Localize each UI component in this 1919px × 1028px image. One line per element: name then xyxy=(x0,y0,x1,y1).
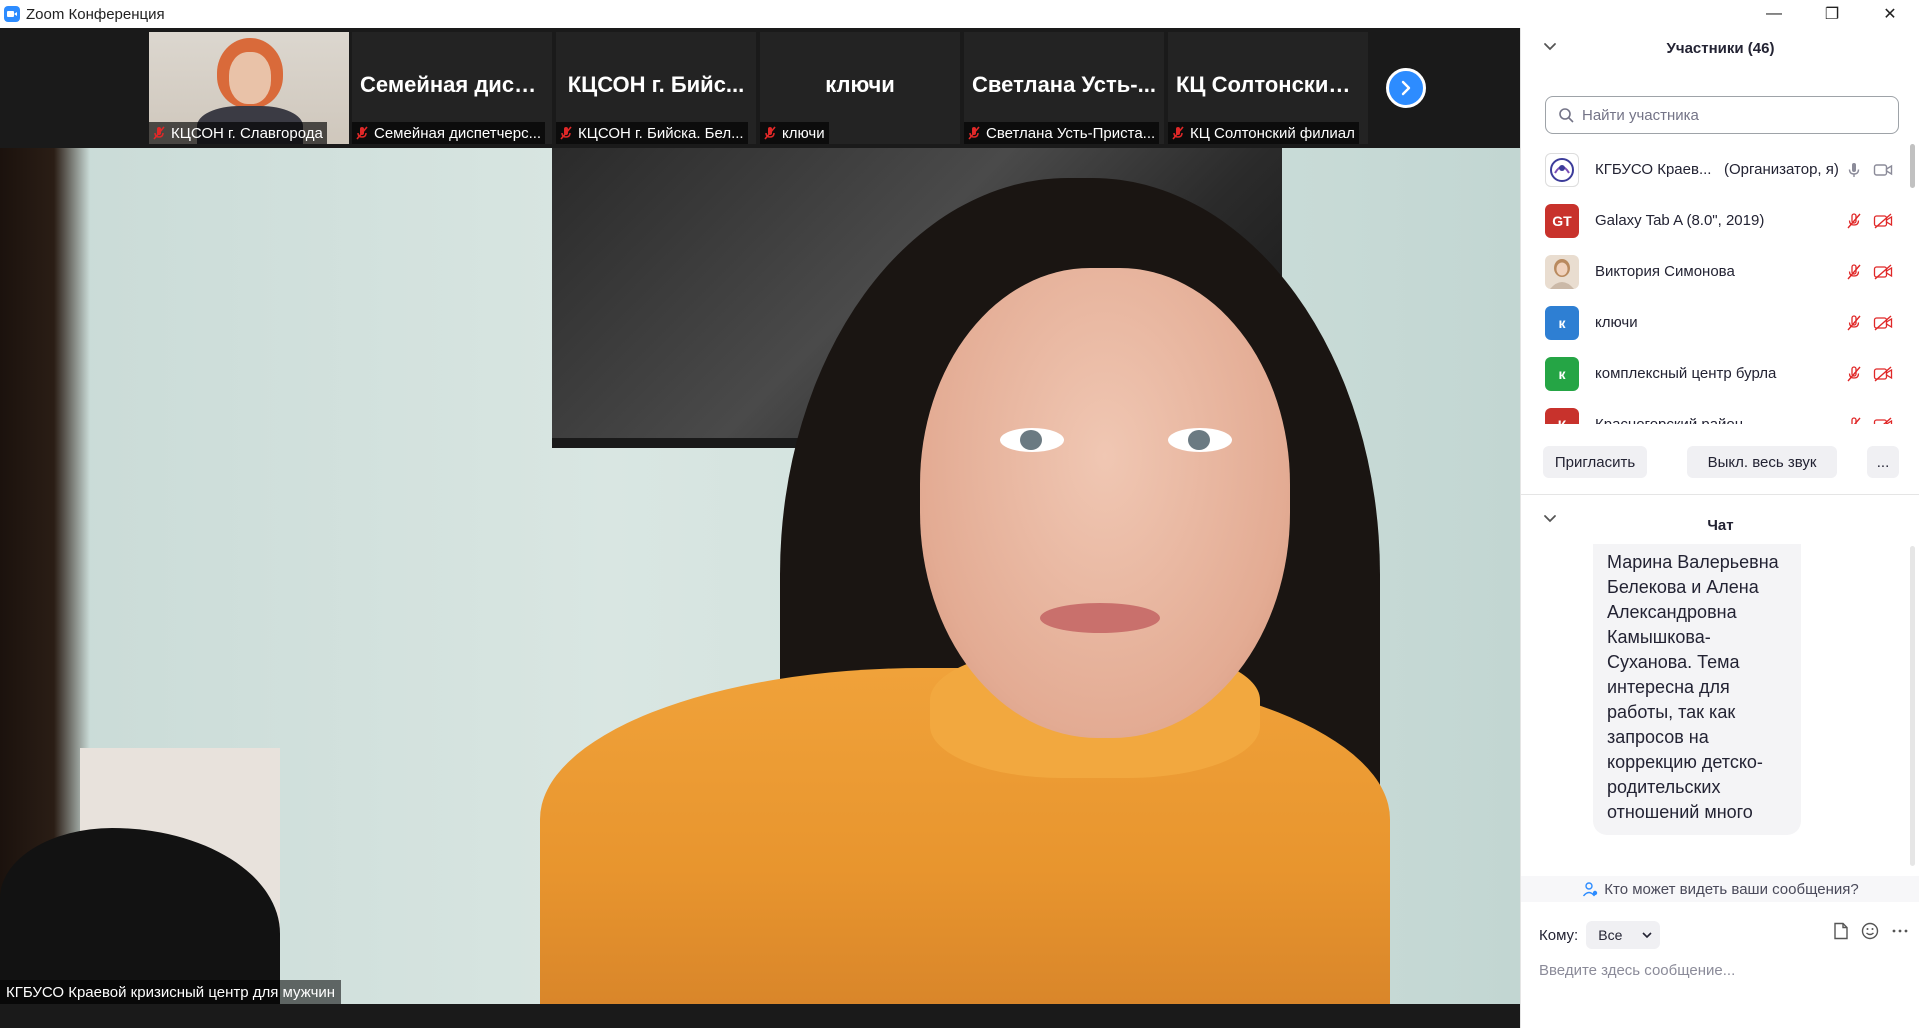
recipient-label: Кому: xyxy=(1539,926,1579,944)
participant-row[interactable]: к ключи xyxy=(1521,297,1905,348)
avatar: К xyxy=(1545,407,1579,424)
participant-row[interactable]: КГБУСО Краев... (Организатор, я) xyxy=(1521,144,1905,195)
participant-name: ключи xyxy=(1595,314,1638,331)
zoom-app-icon xyxy=(4,6,20,22)
user-photo-icon xyxy=(1550,258,1574,289)
who-can-see-link[interactable]: Кто может видеть ваши сообщения? xyxy=(1521,876,1919,902)
thumbnail-tile[interactable]: КЦСОН г. Славгорода xyxy=(149,32,349,144)
thumbnail-strip: КЦСОН г. Славгорода Семейная дисп... Сем… xyxy=(0,28,1520,148)
thumbnail-name: ключи xyxy=(825,72,895,97)
mic-icon[interactable] xyxy=(1845,161,1863,179)
avatar: GT xyxy=(1545,203,1579,238)
chat-messages: Марина Валерьевна Белекова и Алена Алекс… xyxy=(1521,544,1919,870)
organization-logo-icon xyxy=(1550,157,1574,182)
mute-all-button[interactable]: Выкл. весь звук xyxy=(1687,446,1837,478)
side-panel: Участники (46) Найти участника КГБУСО Кр… xyxy=(1520,28,1919,1028)
avatar: к xyxy=(1545,305,1579,340)
chat-message: Марина Валерьевна Белекова и Алена Алекс… xyxy=(1593,544,1801,835)
chat-scrollbar[interactable] xyxy=(1910,546,1915,866)
thumbnail-tile[interactable]: Семейная дисп... Семейная диспетчерс... xyxy=(352,32,552,144)
participant-name: комплексный центр бурла xyxy=(1595,365,1777,382)
participant-row[interactable]: GT Galaxy Tab A (8.0", 2019) xyxy=(1521,195,1905,246)
thumbnail-tile[interactable]: ключи ключи xyxy=(760,32,960,144)
restore-button[interactable]: ❐ xyxy=(1803,0,1861,28)
mic-muted-icon[interactable] xyxy=(1845,416,1863,425)
video-off-icon[interactable] xyxy=(1873,212,1893,230)
mic-muted-icon[interactable] xyxy=(1845,263,1863,281)
title-bar: Zoom Конференция — ❐ ✕ xyxy=(0,0,1919,28)
video-area: КЦСОН г. Славгорода Семейная дисп... Сем… xyxy=(0,28,1520,1028)
thumbnail-label: Семейная диспетчерс... xyxy=(352,122,546,144)
chat-header: Чат xyxy=(1707,516,1734,534)
avatar: к xyxy=(1545,356,1579,391)
participant-actions: Пригласить Выкл. весь звук ... xyxy=(1521,446,1919,478)
search-input[interactable]: Найти участника xyxy=(1582,107,1699,124)
invite-button[interactable]: Пригласить xyxy=(1543,446,1647,478)
mic-muted-icon xyxy=(560,126,572,140)
video-camera-icon[interactable] xyxy=(1873,161,1893,179)
chevron-down-icon xyxy=(1642,932,1652,939)
participant-name: Красногорский район xyxy=(1595,416,1743,424)
thumbnail-label: КЦСОН г. Славгорода xyxy=(149,122,327,144)
participant-role: (Организатор, я) xyxy=(1723,161,1839,178)
chevron-right-icon xyxy=(1401,80,1411,96)
emoji-icon[interactable] xyxy=(1861,922,1879,940)
thumbnail-name: КЦ Солтонский... xyxy=(1176,72,1360,97)
recipient-select[interactable]: Все xyxy=(1586,921,1661,949)
thumbnail-label: ключи xyxy=(760,122,829,144)
mic-muted-icon xyxy=(356,126,368,140)
thumbnail-label: КЦСОН г. Бийска. Бел... xyxy=(556,122,748,144)
window-controls: — ❐ ✕ xyxy=(1745,0,1919,28)
active-speaker-video: КГБУСО Краевой кризисный центр для мужчи… xyxy=(0,148,1520,1004)
minimize-button[interactable]: — xyxy=(1745,0,1803,28)
avatar xyxy=(1545,152,1579,187)
chat-message-input[interactable] xyxy=(1539,958,1909,982)
mic-muted-icon[interactable] xyxy=(1845,365,1863,383)
video-off-icon[interactable] xyxy=(1873,314,1893,332)
participant-name: Galaxy Tab A (8.0", 2019) xyxy=(1595,212,1765,229)
participant-list: КГБУСО Краев... (Организатор, я) GT Gala… xyxy=(1521,144,1905,424)
thumbnail-tile[interactable]: Светлана Усть-... Светлана Усть-Приста..… xyxy=(964,32,1164,144)
video-off-icon[interactable] xyxy=(1873,416,1893,425)
thumbnail-name: Светлана Усть-... xyxy=(972,72,1156,97)
mic-muted-icon xyxy=(968,126,980,140)
thumbnail-tile[interactable]: КЦСОН г. Бийс... КЦСОН г. Бийска. Бел... xyxy=(556,32,756,144)
speaker-name-label: КГБУСО Краевой кризисный центр для мужчи… xyxy=(0,980,342,1004)
participant-search[interactable]: Найти участника xyxy=(1545,96,1899,134)
mic-muted-icon xyxy=(153,126,165,140)
participant-name: КГБУСО Краев... xyxy=(1595,161,1712,178)
mic-muted-icon[interactable] xyxy=(1845,212,1863,230)
avatar xyxy=(1545,254,1579,289)
more-icon[interactable] xyxy=(1891,922,1909,940)
next-page-button[interactable] xyxy=(1386,68,1426,108)
participants-scrollbar[interactable] xyxy=(1910,144,1915,188)
participant-row[interactable]: Виктория Симонова xyxy=(1521,246,1905,297)
window-title: Zoom Конференция xyxy=(26,5,165,23)
file-icon[interactable] xyxy=(1833,922,1849,940)
mic-muted-icon[interactable] xyxy=(1845,314,1863,332)
user-icon xyxy=(1583,882,1598,897)
bottom-bar xyxy=(0,1004,1520,1028)
close-button[interactable]: ✕ xyxy=(1861,0,1919,28)
thumbnail-label: КЦ Солтонский филиал xyxy=(1168,122,1359,144)
participant-row[interactable]: К Красногорский район xyxy=(1521,399,1905,424)
participants-header: Участники (46) xyxy=(1666,39,1775,57)
participant-name: Виктория Симонова xyxy=(1595,263,1735,280)
mic-muted-icon xyxy=(1172,126,1184,140)
thumbnail-name: КЦСОН г. Бийс... xyxy=(567,72,745,97)
recipient-row: Кому: Все xyxy=(1539,920,1909,950)
mic-muted-icon xyxy=(764,126,776,140)
participant-row[interactable]: к комплексный центр бурла xyxy=(1521,348,1905,399)
more-options-button[interactable]: ... xyxy=(1867,446,1899,478)
video-off-icon[interactable] xyxy=(1873,365,1893,383)
thumbnail-name: Семейная дисп... xyxy=(360,72,544,97)
search-icon xyxy=(1559,108,1574,123)
thumbnail-tile[interactable]: КЦ Солтонский... КЦ Солтонский филиал xyxy=(1168,32,1368,144)
video-off-icon[interactable] xyxy=(1873,263,1893,281)
thumbnail-label: Светлана Усть-Приста... xyxy=(964,122,1160,144)
